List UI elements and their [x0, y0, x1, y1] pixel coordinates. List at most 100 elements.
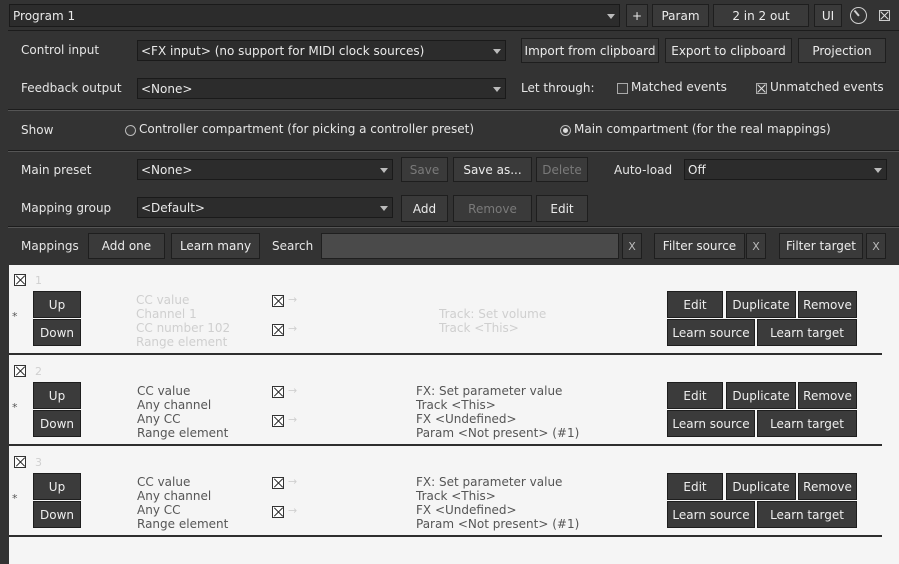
mapping-enabled-checkbox[interactable]: [14, 456, 26, 468]
main-preset-value: <None>: [141, 162, 193, 177]
controller-compartment-radio[interactable]: [125, 125, 136, 136]
matched-events-label[interactable]: Matched events: [631, 80, 727, 94]
learn-target-button[interactable]: Learn target: [757, 501, 857, 528]
param-button[interactable]: Param: [652, 4, 709, 27]
remove-mapping-button[interactable]: Remove: [798, 473, 857, 500]
move-down-button[interactable]: Down: [33, 410, 81, 437]
save-preset-button[interactable]: Save: [401, 157, 448, 182]
control-enabled-checkbox[interactable]: [272, 295, 284, 307]
search-input[interactable]: [321, 233, 619, 259]
edit-mapping-button[interactable]: Edit: [667, 382, 723, 409]
target-line: FX: Set parameter value: [416, 384, 563, 398]
target-line: FX: Set parameter value: [416, 475, 563, 489]
target-line: Track <This>: [416, 489, 496, 503]
feedback-enabled-checkbox[interactable]: [272, 324, 284, 336]
source-line: Any CC: [137, 503, 181, 517]
chevron-down-icon: [380, 205, 388, 211]
learn-target-button[interactable]: Learn target: [757, 319, 857, 346]
source-line: Any channel: [137, 489, 212, 503]
duplicate-mapping-button[interactable]: Duplicate: [726, 382, 796, 409]
unmatched-events-label[interactable]: Unmatched events: [770, 80, 884, 94]
mapping-group-select[interactable]: <Default>: [137, 197, 393, 218]
control-enabled-checkbox[interactable]: [272, 477, 284, 489]
move-up-button[interactable]: Up: [33, 291, 81, 318]
auto-load-value: Off: [688, 162, 706, 177]
move-down-button[interactable]: Down: [33, 319, 81, 346]
mapping-enabled-checkbox[interactable]: [14, 274, 26, 286]
unmatched-events-checkbox[interactable]: [756, 83, 767, 94]
main-preset-select[interactable]: <None>: [137, 159, 393, 180]
learn-source-button[interactable]: Learn source: [667, 410, 755, 437]
duplicate-mapping-button[interactable]: Duplicate: [726, 291, 796, 318]
mapping-list: 1 * Up Down CC value Channel 1 CC number…: [9, 265, 899, 564]
mapping-star: *: [12, 310, 18, 323]
source-line: Any CC: [137, 412, 181, 426]
control-enabled-checkbox[interactable]: [272, 386, 284, 398]
source-line: Range element: [137, 426, 229, 440]
main-compartment-label[interactable]: Main compartment (for the real mappings): [574, 122, 831, 136]
delete-preset-button[interactable]: Delete: [536, 157, 588, 182]
mapping-group-label: Mapping group: [21, 201, 112, 215]
learn-source-button[interactable]: Learn source: [667, 501, 755, 528]
edit-mapping-button[interactable]: Edit: [667, 473, 723, 500]
controller-compartment-label[interactable]: Controller compartment (for picking a co…: [139, 122, 474, 136]
target-line: Param <Not present> (#1): [416, 517, 580, 531]
program-select-value: Program 1: [13, 8, 76, 23]
projection-button[interactable]: Projection: [798, 38, 886, 63]
mapping-star: *: [12, 401, 18, 414]
edit-mapping-button[interactable]: Edit: [667, 291, 723, 318]
duplicate-mapping-button[interactable]: Duplicate: [726, 473, 796, 500]
remove-mapping-button[interactable]: Remove: [798, 382, 857, 409]
add-group-button[interactable]: Add: [401, 195, 448, 222]
mapping-enabled-checkbox[interactable]: [14, 365, 26, 377]
feedback-enabled-checkbox[interactable]: [272, 506, 284, 518]
add-one-button[interactable]: Add one: [88, 233, 165, 259]
learn-many-button[interactable]: Learn many: [171, 233, 260, 259]
move-up-button[interactable]: Up: [33, 473, 81, 500]
knob-icon[interactable]: [850, 7, 867, 24]
control-arrow-icon: →: [288, 384, 298, 397]
main-compartment-radio[interactable]: [560, 125, 571, 136]
chevron-down-icon: [493, 86, 501, 92]
chevron-down-icon: [874, 167, 882, 173]
move-down-button[interactable]: Down: [33, 501, 81, 528]
auto-load-select[interactable]: Off: [684, 159, 887, 180]
target-line: Track <This>: [416, 398, 496, 412]
mapping-number: 3: [35, 456, 42, 469]
source-line: CC number 102: [136, 321, 231, 335]
mappings-label: Mappings: [21, 239, 79, 253]
feedback-arrow-icon: →: [288, 322, 298, 335]
mapping-group-value: <Default>: [141, 200, 205, 215]
control-input-value: <FX input> (no support for MIDI clock so…: [141, 43, 425, 58]
filter-source-button[interactable]: Filter source: [654, 233, 745, 259]
add-program-button[interactable]: +: [626, 4, 648, 27]
control-input-label: Control input: [21, 43, 100, 57]
save-as-preset-button[interactable]: Save as...: [453, 157, 532, 182]
feedback-output-select[interactable]: <None>: [137, 78, 506, 99]
remove-mapping-button[interactable]: Remove: [798, 291, 857, 318]
clear-filter-target-button[interactable]: X: [866, 233, 886, 259]
matched-events-checkbox[interactable]: [617, 83, 628, 94]
chevron-down-icon: [380, 167, 388, 173]
clear-filter-source-button[interactable]: X: [746, 233, 766, 259]
filter-target-button[interactable]: Filter target: [779, 233, 863, 259]
ui-button[interactable]: UI: [814, 4, 842, 27]
control-input-select[interactable]: <FX input> (no support for MIDI clock so…: [137, 40, 506, 61]
feedback-enabled-checkbox[interactable]: [272, 415, 284, 427]
export-to-clipboard-button[interactable]: Export to clipboard: [665, 38, 792, 63]
close-icon[interactable]: [879, 10, 890, 21]
show-label: Show: [21, 123, 54, 137]
import-from-clipboard-button[interactable]: Import from clipboard: [521, 38, 659, 63]
learn-source-button[interactable]: Learn source: [667, 319, 755, 346]
move-up-button[interactable]: Up: [33, 382, 81, 409]
mapping-number: 2: [35, 365, 42, 378]
clear-search-button[interactable]: X: [622, 233, 642, 259]
chevron-down-icon: [493, 48, 501, 54]
edit-group-button[interactable]: Edit: [536, 195, 588, 222]
learn-target-button[interactable]: Learn target: [757, 410, 857, 437]
remove-group-button[interactable]: Remove: [453, 195, 532, 222]
io-button[interactable]: 2 in 2 out: [713, 4, 809, 27]
program-select[interactable]: Program 1: [9, 4, 620, 27]
search-label: Search: [272, 239, 314, 253]
control-arrow-icon: →: [288, 475, 298, 488]
